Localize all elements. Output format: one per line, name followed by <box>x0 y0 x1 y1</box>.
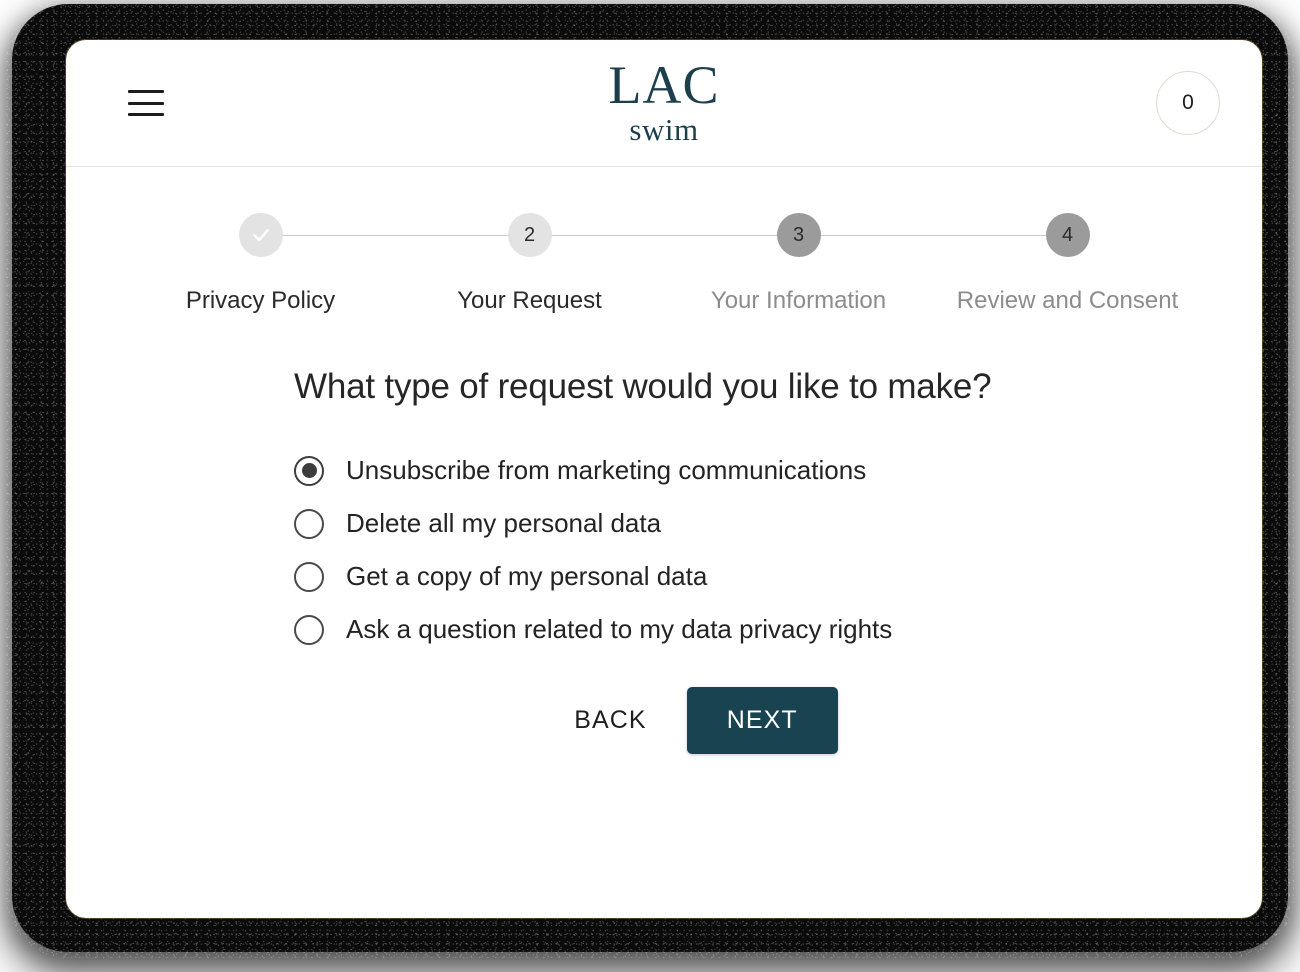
step-3-number: 3 <box>792 224 805 246</box>
stepper-connector-2-3 <box>551 235 788 236</box>
form-content: What type of request would you like to m… <box>294 367 1034 754</box>
browser-viewport: LAC swim 0 Privacy Policy 2 Your Request… <box>66 40 1262 918</box>
radio-button-icon[interactable] <box>294 561 324 592</box>
radio-button-icon[interactable] <box>294 508 324 539</box>
stepper-connector-1-2 <box>282 235 519 236</box>
step-review-and-consent[interactable]: 4 Review and Consent <box>933 213 1202 315</box>
step-3-marker: 3 <box>776 213 821 257</box>
site-header: LAC swim 0 <box>66 40 1262 167</box>
progress-stepper: Privacy Policy 2 Your Request 3 Your Inf… <box>126 213 1202 315</box>
site-logo[interactable]: LAC swim <box>609 58 720 145</box>
request-form: What type of request would you like to m… <box>66 315 1262 754</box>
radio-option-ask-question[interactable]: Ask a question related to my data privac… <box>294 614 1034 645</box>
request-type-radio-group: Unsubscribe from marketing communication… <box>294 455 1034 645</box>
step-4-marker: 4 <box>1045 213 1090 257</box>
radio-option-label: Delete all my personal data <box>346 508 662 538</box>
step-your-request[interactable]: 2 Your Request <box>395 213 664 315</box>
step-your-information[interactable]: 3 Your Information <box>664 213 933 315</box>
hamburger-bar-1 <box>128 90 164 93</box>
cart-count-value: 0 <box>1182 91 1194 114</box>
radio-option-label: Get a copy of my personal data <box>346 561 708 591</box>
radio-option-copy-data[interactable]: Get a copy of my personal data <box>294 561 1034 592</box>
radio-option-label: Unsubscribe from marketing communication… <box>346 455 867 485</box>
radio-option-label: Ask a question related to my data privac… <box>346 614 893 644</box>
device-bezel: LAC swim 0 Privacy Policy 2 Your Request… <box>6 0 1294 958</box>
check-icon <box>252 229 269 242</box>
next-button[interactable]: NEXT <box>686 687 838 754</box>
stepper-connector-3-4 <box>820 235 1057 236</box>
back-button[interactable]: BACK <box>570 700 650 741</box>
radio-button-icon[interactable] <box>294 614 324 645</box>
hamburger-bar-2 <box>128 101 164 105</box>
step-1-marker <box>238 213 283 257</box>
cart-count-badge[interactable]: 0 <box>1156 71 1220 135</box>
form-actions: BACK NEXT <box>294 687 1034 754</box>
form-question-heading: What type of request would you like to m… <box>294 367 992 406</box>
step-2-label: Your Request <box>457 287 602 314</box>
step-4-label: Review and Consent <box>956 287 1179 314</box>
logo-wordmark-primary: LAC <box>608 54 720 115</box>
hamburger-menu-icon[interactable] <box>128 90 164 116</box>
step-1-label: Privacy Policy <box>185 287 336 314</box>
radio-option-unsubscribe[interactable]: Unsubscribe from marketing communication… <box>294 455 1034 486</box>
radio-option-delete-data[interactable]: Delete all my personal data <box>294 508 1034 539</box>
logo-wordmark-secondary: swim <box>629 111 699 147</box>
step-2-marker: 2 <box>507 213 552 257</box>
hamburger-bar-3 <box>128 113 164 116</box>
step-privacy-policy[interactable]: Privacy Policy <box>126 213 395 315</box>
step-3-label: Your Information <box>710 287 887 314</box>
radio-button-icon[interactable] <box>294 455 324 486</box>
radio-selected-dot <box>301 463 317 478</box>
progress-stepper-section: Privacy Policy 2 Your Request 3 Your Inf… <box>66 167 1262 315</box>
step-4-number: 4 <box>1061 224 1074 246</box>
step-2-number: 2 <box>523 224 536 246</box>
